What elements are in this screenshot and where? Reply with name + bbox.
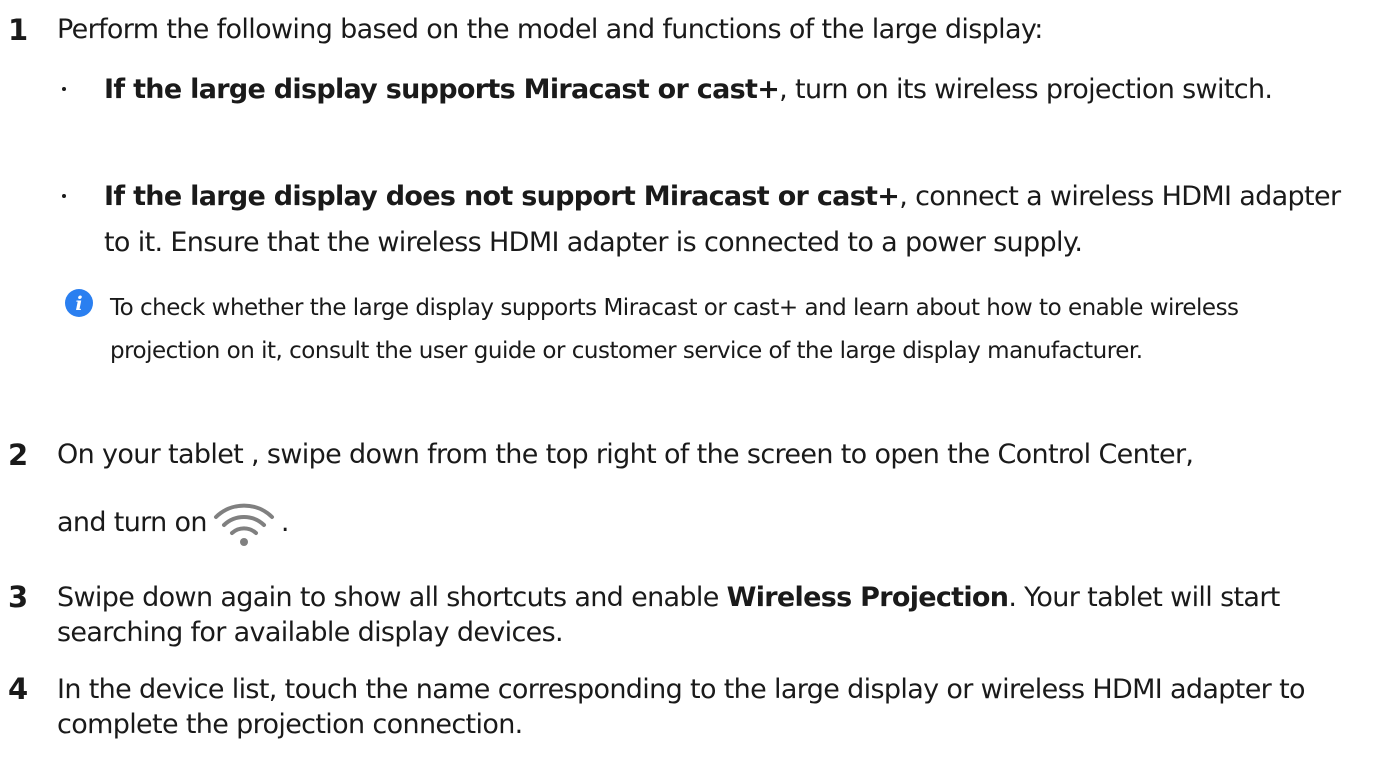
step-number: 2 [8,438,29,472]
bullet-text: If the large display supports Miracast o… [104,67,1373,113]
step-text-part: Swipe down again to show all shortcuts a… [57,582,727,613]
bullet-rest-text: , turn on its wireless projection switch… [779,74,1273,105]
bullet-dot [62,87,66,91]
bullet-bold-text: If the large display supports Miracast o… [104,74,780,105]
step-bold-text: Wireless Projection [726,582,1009,613]
info-icon: i [65,289,93,317]
step-text-line-1: On your tablet , swipe down from the top… [57,439,1194,470]
step-text: In the device list, touch the name corre… [57,674,1306,740]
step-number: 1 [8,13,29,47]
step-text-line-2: and turn on . [57,496,1373,550]
step-text: Perform the following based on the model… [57,14,1043,45]
bullet-text: If the large display does not support Mi… [104,174,1373,266]
step-number: 4 [8,672,29,706]
svg-text:i: i [75,293,82,315]
wifi-icon [213,503,274,546]
step-text: Swipe down again to show all shortcuts a… [57,580,1373,650]
note-text: To check whether the large display suppo… [110,295,1239,364]
step-text: On your tablet , swipe down from the top… [57,432,1373,478]
step-text-after-icon: . [280,507,290,538]
step-text-before-icon: and turn on [57,507,208,538]
document-page: 1 Perform the following based on the mod… [0,0,1381,763]
step-number: 3 [8,580,29,614]
bullet-bold-text: If the large display does not support Mi… [104,181,900,212]
bullet-dot [62,194,66,198]
